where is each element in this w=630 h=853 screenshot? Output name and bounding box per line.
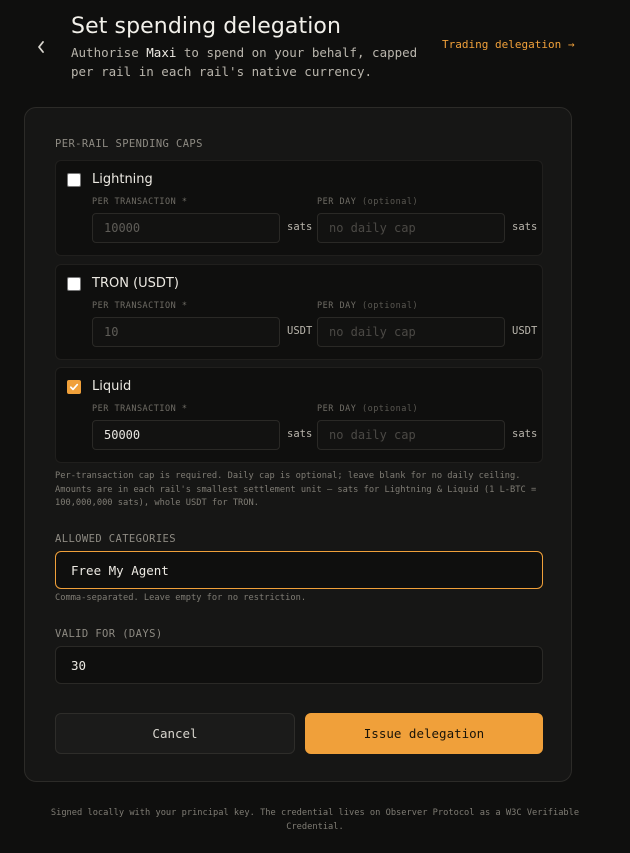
per-day-text: PER DAY xyxy=(317,197,357,207)
footer-note: Signed locally with your principal key. … xyxy=(50,808,580,832)
rail-lightning-checkbox[interactable] xyxy=(67,173,81,187)
back-button[interactable] xyxy=(30,36,52,58)
per-day-input[interactable] xyxy=(317,420,505,450)
chevron-left-icon xyxy=(38,41,44,53)
issue-delegation-button[interactable]: Issue delegation xyxy=(305,713,543,754)
unit-label: USDT xyxy=(287,325,313,337)
rail-tron-checkbox[interactable] xyxy=(67,277,81,291)
unit-label: sats xyxy=(512,221,538,233)
per-transaction-input[interactable] xyxy=(92,213,280,243)
unit-label: sats xyxy=(287,428,313,440)
delegation-form-card: PER-RAIL SPENDING CAPS Lightning PER TRA… xyxy=(24,107,572,782)
categories-input[interactable] xyxy=(55,551,543,589)
per-transaction-label: PER TRANSACTION * xyxy=(92,404,188,414)
optional-text: (optional) xyxy=(361,404,419,414)
section-label-validity: VALID FOR (DAYS) xyxy=(55,628,163,640)
rail-liquid: Liquid PER TRANSACTION * PER DAY (option… xyxy=(55,367,543,463)
rail-name: Liquid xyxy=(92,379,132,394)
per-day-input[interactable] xyxy=(317,213,505,243)
categories-help-text: Comma-separated. Leave empty for no rest… xyxy=(55,593,307,603)
valid-days-input[interactable] xyxy=(55,646,543,684)
per-transaction-label: PER TRANSACTION * xyxy=(92,197,188,207)
page-subtitle: Authorise Maxi to spend on your behalf, … xyxy=(71,43,431,81)
page-title: Set spending delegation xyxy=(71,14,342,39)
trading-delegation-link[interactable]: Trading delegation → xyxy=(442,38,574,51)
per-day-label: PER DAY (optional) xyxy=(317,404,418,414)
per-transaction-input[interactable] xyxy=(92,317,280,347)
per-day-label: PER DAY (optional) xyxy=(317,301,418,311)
optional-text: (optional) xyxy=(361,301,419,311)
cancel-button[interactable]: Cancel xyxy=(55,713,295,754)
section-label-caps: PER-RAIL SPENDING CAPS xyxy=(55,138,203,150)
rail-name: Lightning xyxy=(92,172,153,187)
unit-label: sats xyxy=(287,221,313,233)
rail-name: TRON (USDT) xyxy=(92,276,179,291)
unit-label: sats xyxy=(512,428,538,440)
per-day-label: PER DAY (optional) xyxy=(317,197,418,207)
per-day-text: PER DAY xyxy=(317,404,357,414)
per-transaction-input[interactable] xyxy=(92,420,280,450)
per-transaction-label: PER TRANSACTION * xyxy=(92,301,188,311)
rail-lightning: Lightning PER TRANSACTION * PER DAY (opt… xyxy=(55,160,543,256)
subtitle-prefix: Authorise xyxy=(71,45,147,60)
rail-liquid-checkbox[interactable] xyxy=(67,380,81,394)
agent-name: Maxi xyxy=(146,45,177,60)
per-day-input[interactable] xyxy=(317,317,505,347)
per-day-text: PER DAY xyxy=(317,301,357,311)
caps-help-text: Per-transaction cap is required. Daily c… xyxy=(55,471,537,508)
section-label-categories: ALLOWED CATEGORIES xyxy=(55,533,176,545)
rail-tron: TRON (USDT) PER TRANSACTION * PER DAY (o… xyxy=(55,264,543,360)
unit-label: USDT xyxy=(512,325,538,337)
checkmark-icon xyxy=(69,383,79,391)
optional-text: (optional) xyxy=(361,197,419,207)
